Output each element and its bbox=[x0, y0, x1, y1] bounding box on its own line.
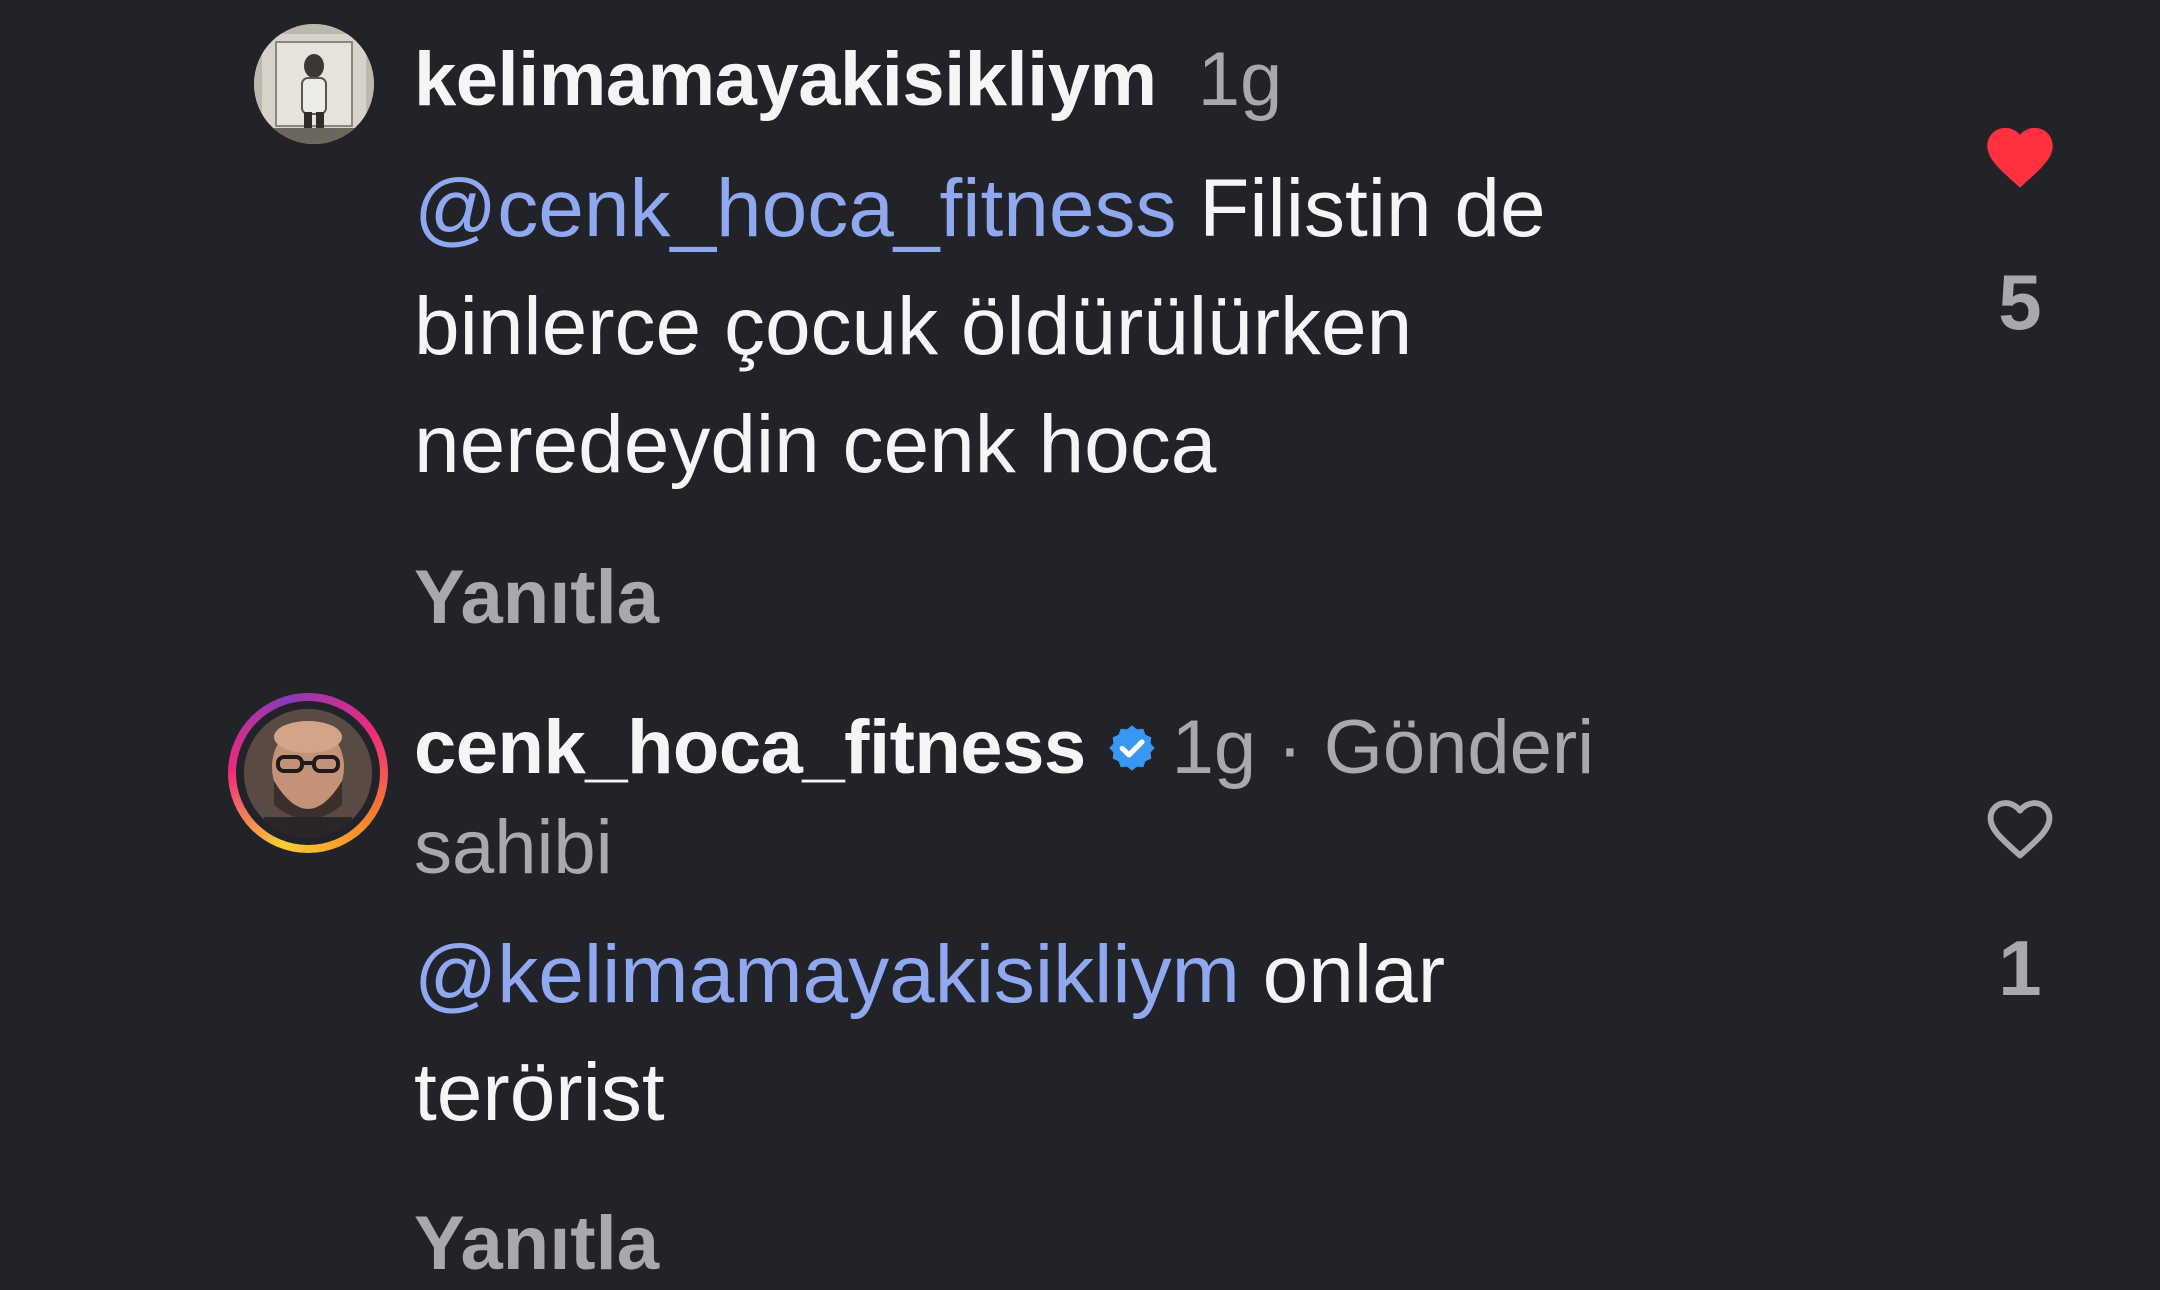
comments-screen: kelimamayakisikliym 1g @cenk_hoca_fitnes… bbox=[0, 0, 2160, 1290]
comment: cenk_hoca_fitness 1g · Gönderi sahibi @k… bbox=[0, 660, 2160, 1290]
username[interactable]: kelimamayakisikliym bbox=[414, 37, 1157, 122]
username[interactable]: cenk_hoca_fitness bbox=[414, 705, 1086, 790]
comment-content: cenk_hoca_fitness 1g · Gönderi sahibi @k… bbox=[414, 698, 1794, 1290]
avatar-photo bbox=[244, 709, 372, 837]
avatar-story-ring[interactable] bbox=[228, 693, 388, 853]
like-count: 5 bbox=[1998, 258, 2042, 346]
meta-separator: · bbox=[1256, 705, 1324, 790]
comment-header: cenk_hoca_fitness 1g · Gönderi bbox=[414, 698, 1794, 798]
avatar-photo bbox=[254, 24, 374, 144]
comment-text-part: Filistin de bbox=[1176, 163, 1546, 254]
reply-button[interactable]: Yanıtla bbox=[414, 1194, 1794, 1290]
comment-text: @cenk_hoca_fitness Filistin de binlerce … bbox=[414, 150, 1794, 504]
owner-label-continued: sahibi bbox=[414, 805, 613, 890]
comment-text-part: onlar bbox=[1239, 929, 1446, 1020]
comment-header: kelimamayakisikliym 1g bbox=[414, 30, 1794, 130]
like-button[interactable] bbox=[1970, 118, 2070, 195]
mention-link[interactable]: @kelimamayakisikliym bbox=[414, 929, 1240, 1020]
like-count: 1 bbox=[1998, 924, 2042, 1012]
like-column: 1 bbox=[1970, 790, 2070, 1013]
verified-badge-icon bbox=[1108, 725, 1155, 771]
mention-link[interactable]: @cenk_hoca_fitness bbox=[414, 163, 1176, 254]
comment-text-part: neredeydin cenk hoca bbox=[414, 399, 1217, 490]
comment: kelimamayakisikliym 1g @cenk_hoca_fitnes… bbox=[0, 0, 2160, 660]
like-column: 5 bbox=[1970, 118, 2070, 347]
comment-content: kelimamayakisikliym 1g @cenk_hoca_fitnes… bbox=[414, 30, 1794, 648]
heart-outline-icon bbox=[1987, 800, 2053, 859]
owner-label: Gönderi bbox=[1323, 705, 1595, 790]
like-button[interactable] bbox=[1970, 790, 2070, 867]
heart-filled-icon bbox=[1987, 127, 2053, 188]
avatar[interactable] bbox=[254, 24, 374, 144]
reply-button[interactable]: Yanıtla bbox=[414, 548, 1794, 648]
avatar bbox=[244, 709, 372, 837]
comment-text-part: binlerce çocuk öldürülürken bbox=[414, 281, 1413, 372]
timestamp: 1g bbox=[1171, 705, 1257, 790]
timestamp: 1g bbox=[1197, 37, 1283, 122]
comment-text-part: terörist bbox=[414, 1047, 665, 1138]
comment-text: @kelimamayakisikliym onlar terörist bbox=[414, 916, 1794, 1152]
